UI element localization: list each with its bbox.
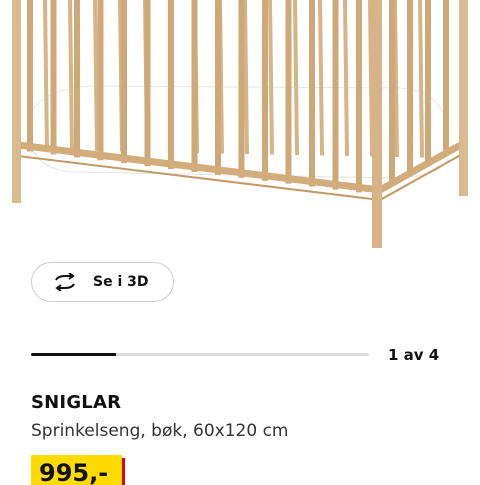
view-3d-label: Se i 3D — [93, 274, 149, 290]
crib-back-rail — [393, 0, 399, 158]
crib-back-rail — [268, 0, 274, 155]
crib-back-rail — [243, 0, 249, 155]
price-tag: 995,- — [31, 455, 123, 485]
product-description: Sprinkelseng, bøk, 60x120 cm — [31, 421, 289, 441]
carousel-page-counter: 1 av 4 — [388, 346, 440, 364]
carousel-progress-fill — [31, 353, 116, 356]
crib-illustration — [12, 0, 468, 248]
crib-back-rail — [293, 0, 299, 156]
view-3d-button[interactable]: Se i 3D — [31, 262, 174, 302]
crib-back-rail — [43, 0, 49, 151]
crib-back-rail — [93, 0, 99, 152]
rotate-3d-icon — [52, 272, 78, 292]
crib-back-rail — [418, 0, 424, 158]
crib-back-rail — [368, 0, 374, 157]
carousel-progress-bar — [31, 353, 369, 356]
crib-back-rail — [68, 0, 74, 151]
crib-back-rail — [318, 0, 324, 156]
product-name[interactable]: SNIGLAR — [31, 392, 121, 413]
crib-back-rail — [343, 0, 349, 157]
product-image[interactable] — [0, 0, 480, 255]
